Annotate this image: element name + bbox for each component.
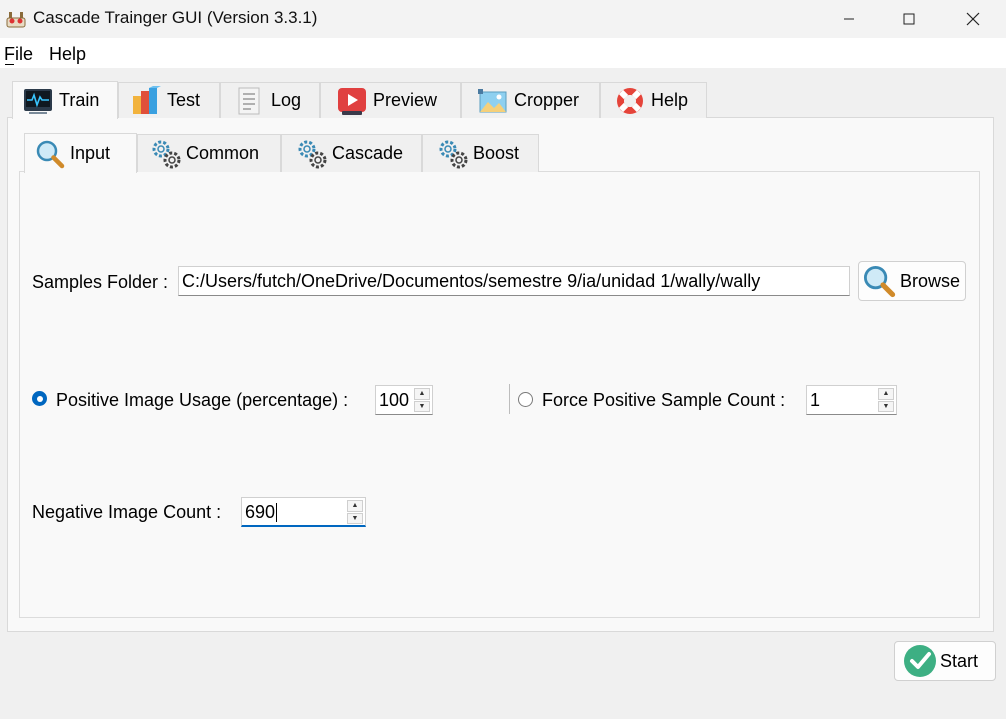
force-positive-radio[interactable] <box>518 392 533 407</box>
spin-down-button[interactable]: ▼ <box>347 512 363 524</box>
negative-count-value: 690 <box>245 502 276 522</box>
tab-log-label: Log <box>271 90 302 110</box>
subtab-common[interactable]: Common <box>137 134 281 172</box>
menu-file[interactable]: File <box>4 44 33 65</box>
maximize-button[interactable] <box>876 0 942 38</box>
start-button-label: Start <box>940 650 979 671</box>
text-caret <box>276 503 277 522</box>
positive-usage-spinbox[interactable]: 100 ▲ ▼ <box>375 385 433 415</box>
tab-test[interactable]: Test <box>118 82 220 118</box>
samples-folder-label: Samples Folder : <box>32 272 169 292</box>
tab-help[interactable]: Help <box>600 82 707 118</box>
document-icon <box>238 87 260 114</box>
tab-preview[interactable]: Preview <box>320 82 461 118</box>
subtab-boost[interactable]: Boost <box>422 134 539 172</box>
browse-button[interactable]: Browse <box>858 261 966 301</box>
checkmark-icon <box>904 645 936 677</box>
menu-bar <box>0 38 1006 68</box>
separator <box>509 384 510 414</box>
spin-down-button[interactable]: ▼ <box>878 400 894 412</box>
tab-preview-label: Preview <box>373 90 438 110</box>
subtab-cascade[interactable]: Cascade <box>281 134 422 172</box>
force-positive-spinbox[interactable]: 1 ▲ ▼ <box>806 385 897 415</box>
subtab-input-label: Input <box>70 143 111 163</box>
tab-train-label: Train <box>59 90 100 110</box>
positive-usage-label[interactable]: Positive Image Usage (percentage) : <box>56 390 348 411</box>
gears-icon <box>298 140 327 168</box>
spin-up-button[interactable]: ▲ <box>878 388 894 400</box>
magnifier-icon <box>36 140 65 168</box>
close-button[interactable] <box>940 0 1006 38</box>
maximize-icon <box>903 13 915 25</box>
app-icon <box>6 9 26 29</box>
negative-count-label: Negative Image Count : <box>32 502 222 522</box>
tab-test-label: Test <box>167 90 201 110</box>
negative-count-spinbox[interactable]: 690 ▲ ▼ <box>241 497 366 527</box>
spin-up-button[interactable]: ▲ <box>347 500 363 512</box>
image-crop-icon <box>478 88 507 112</box>
positive-usage-radio[interactable] <box>32 391 47 406</box>
subtab-common-label: Common <box>186 143 260 163</box>
menu-file-mnemonic <box>5 64 14 65</box>
positive-usage-value: 100 <box>379 390 410 410</box>
tab-train[interactable]: Train <box>12 81 118 119</box>
subtab-input[interactable]: Input <box>24 133 137 173</box>
gears-icon <box>152 140 181 168</box>
lifebuoy-icon <box>617 87 643 114</box>
force-positive-label[interactable]: Force Positive Sample Count : <box>542 390 785 411</box>
tab-help-label: Help <box>651 90 689 110</box>
close-icon <box>966 12 980 26</box>
heart-monitor-icon <box>24 88 52 114</box>
browse-button-label: Browse <box>900 270 961 291</box>
tab-cropper-label: Cropper <box>514 90 580 110</box>
tab-log[interactable]: Log <box>220 82 320 118</box>
tab-cropper[interactable]: Cropper <box>461 82 600 118</box>
gears-icon <box>439 140 468 168</box>
window-title: Cascade Trainger GUI (Version 3.3.1) <box>33 8 318 27</box>
subtab-cascade-label: Cascade <box>332 143 404 163</box>
video-player-icon <box>338 87 366 115</box>
samples-folder-input[interactable] <box>178 266 850 296</box>
blocks-icon <box>133 85 161 114</box>
force-positive-value: 1 <box>810 390 821 410</box>
minimize-button[interactable] <box>816 0 882 38</box>
magnifier-icon <box>863 265 896 298</box>
spin-down-button[interactable]: ▼ <box>414 400 430 412</box>
start-button[interactable]: Start <box>894 641 996 681</box>
subtab-boost-label: Boost <box>473 143 520 163</box>
menu-help[interactable]: Help <box>49 44 86 65</box>
spin-up-button[interactable]: ▲ <box>414 388 430 400</box>
minimize-icon <box>844 18 854 20</box>
